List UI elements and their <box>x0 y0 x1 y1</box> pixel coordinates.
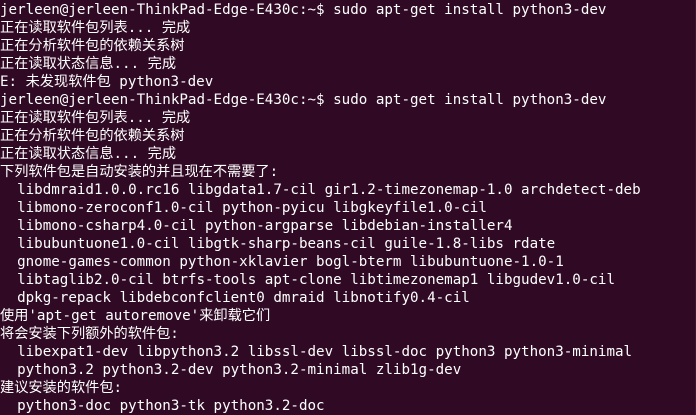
package-list-line: libubuntuone1.0-cil libgtk-sharp-beans-c… <box>0 236 556 252</box>
package-list-line: libmono-zeroconf1.0-cil python-pyicu lib… <box>0 200 487 216</box>
output-line: 使用'apt-get autoremove'来卸载它们 <box>0 308 271 324</box>
output-line: 下列软件包是自动安装的并且现在不需要了: <box>0 164 279 180</box>
package-list-line: python3.2 python3.2-dev python3.2-minima… <box>0 362 462 378</box>
error-line: E: 未发现软件包 python3-dev <box>0 74 214 90</box>
package-list-line: libmono-csharp4.0-cil python-argparse li… <box>0 218 513 234</box>
package-list-line: python3-doc python3-tk python3.2-doc <box>0 398 325 414</box>
output-line: 正在读取软件包列表... 完成 <box>0 20 191 36</box>
package-list-line: dpkg-repack libdebconfclient0 dmraid lib… <box>0 290 470 306</box>
package-list-line: libtaglib2.0-cil btrfs-tools apt-clone l… <box>0 272 615 288</box>
output-line: 正在读取状态信息... 完成 <box>0 146 177 162</box>
package-list-line: libdmraid1.0.0.rc16 libgdata1.7-cil gir1… <box>0 182 641 198</box>
prompt-line: jerleen@jerleen-ThinkPad-Edge-E430c:~$ s… <box>0 92 607 108</box>
output-line: 将会安装下列额外的软件包: <box>0 326 179 342</box>
terminal-window[interactable]: jerleen@jerleen-ThinkPad-Edge-E430c:~$ s… <box>0 0 696 415</box>
output-line: 正在分析软件包的依赖关系树 <box>0 38 185 54</box>
package-list-line: libexpat1-dev libpython3.2 libssl-dev li… <box>0 344 633 360</box>
output-line: 建议安装的软件包: <box>0 380 123 396</box>
output-line: 正在读取软件包列表... 完成 <box>0 110 191 126</box>
package-list-line: gnome-games-common python-xklavier bogl-… <box>0 254 564 270</box>
output-line: 正在读取状态信息... 完成 <box>0 56 177 72</box>
prompt-line: jerleen@jerleen-ThinkPad-Edge-E430c:~$ s… <box>0 2 607 18</box>
output-line: 正在分析软件包的依赖关系树 <box>0 128 185 144</box>
